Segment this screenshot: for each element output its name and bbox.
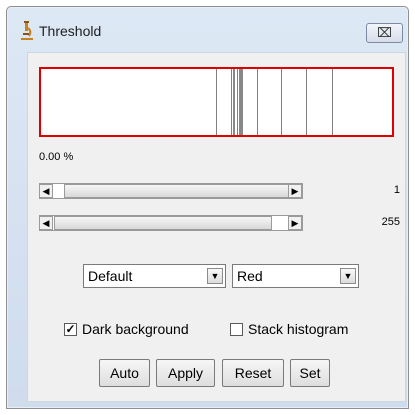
display-select[interactable]: Red ▼	[232, 264, 359, 288]
histogram-panel	[39, 67, 394, 137]
right-arrow-icon: ▶	[291, 218, 299, 228]
set-button[interactable]: Set	[290, 359, 330, 387]
stack-histogram-checkbox[interactable]: Stack histogram	[230, 321, 390, 339]
max-threshold-value: 255	[381, 216, 400, 228]
max-threshold-slider[interactable]: ◀ ▶	[39, 215, 303, 231]
threshold-window: Threshold ⌧ 0.00 % ◀ ▶ 1 ◀ ▶ 255 Default…	[6, 6, 409, 409]
slider-thumb[interactable]	[54, 216, 272, 230]
slider-left-arrow[interactable]: ◀	[39, 184, 53, 198]
slider-right-arrow[interactable]: ▶	[288, 184, 302, 198]
slider-right-arrow[interactable]: ▶	[288, 216, 302, 230]
slider-left-arrow[interactable]: ◀	[39, 216, 53, 230]
checkmark-icon: ✓	[65, 322, 76, 336]
window-title: Threshold	[39, 23, 102, 39]
checkbox-box[interactable]: ✓	[64, 323, 77, 336]
threshold-percentage: 0.00 %	[39, 151, 74, 163]
histogram-plot	[216, 69, 333, 135]
close-button[interactable]: ⌧	[366, 23, 403, 43]
method-select-value: Default	[88, 268, 133, 284]
stack-histogram-label: Stack histogram	[248, 321, 349, 337]
auto-button[interactable]: Auto	[99, 359, 150, 387]
display-select-value: Red	[237, 268, 263, 284]
close-icon: ⌧	[377, 25, 392, 40]
min-threshold-value: 1	[393, 184, 400, 196]
left-arrow-icon: ◀	[42, 186, 50, 196]
title-bar[interactable]: Threshold ⌧	[7, 7, 408, 43]
right-arrow-icon: ▶	[291, 186, 299, 196]
dark-background-checkbox[interactable]: ✓ Dark background	[64, 321, 224, 339]
left-arrow-icon: ◀	[42, 218, 50, 228]
dark-background-label: Dark background	[82, 321, 189, 337]
chevron-down-icon[interactable]: ▼	[207, 268, 223, 284]
slider-thumb[interactable]	[64, 184, 298, 198]
reset-button[interactable]: Reset	[222, 359, 284, 387]
checkbox-box[interactable]	[230, 323, 243, 336]
chevron-down-icon[interactable]: ▼	[340, 268, 356, 284]
microscope-icon	[21, 21, 33, 40]
dialog-body: 0.00 % ◀ ▶ 1 ◀ ▶ 255 Default ▼ Red ▼ ✓ D…	[27, 52, 406, 402]
method-select[interactable]: Default ▼	[83, 264, 226, 288]
apply-button[interactable]: Apply	[156, 359, 215, 387]
min-threshold-slider[interactable]: ◀ ▶	[39, 183, 303, 199]
